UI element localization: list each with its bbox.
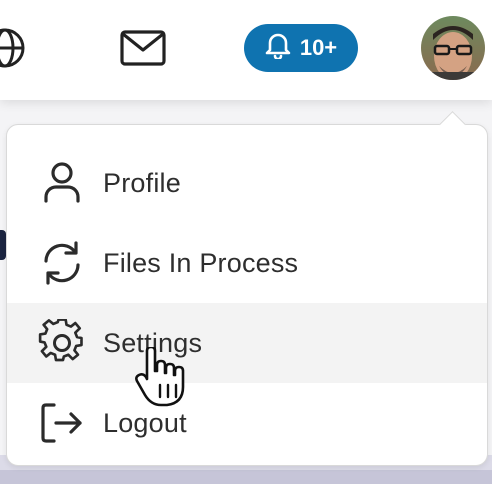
mail-icon[interactable] xyxy=(119,29,167,67)
globe-icon[interactable] xyxy=(0,27,26,69)
notifications-button[interactable]: 10+ xyxy=(244,24,358,72)
bell-icon xyxy=(265,31,291,65)
top-navigation-bar: 10+ xyxy=(0,0,492,100)
avatar[interactable] xyxy=(421,16,485,80)
menu-item-files-in-process[interactable]: Files In Process xyxy=(7,223,487,303)
user-icon xyxy=(37,158,87,208)
user-dropdown-menu: Profile Files In Process Settings Logout xyxy=(6,124,488,466)
refresh-icon xyxy=(37,238,87,288)
menu-item-label: Profile xyxy=(103,167,181,198)
menu-item-logout[interactable]: Logout xyxy=(7,383,487,463)
notifications-count: 10+ xyxy=(299,35,338,60)
logout-icon xyxy=(37,398,87,448)
hand-pointer-cursor xyxy=(133,345,189,407)
menu-item-profile[interactable]: Profile xyxy=(7,143,487,223)
menu-item-settings[interactable]: Settings xyxy=(7,303,487,383)
gear-icon xyxy=(37,318,87,368)
menu-item-label: Logout xyxy=(103,407,187,438)
background-element xyxy=(0,470,492,484)
menu-item-label: Files In Process xyxy=(103,247,299,278)
